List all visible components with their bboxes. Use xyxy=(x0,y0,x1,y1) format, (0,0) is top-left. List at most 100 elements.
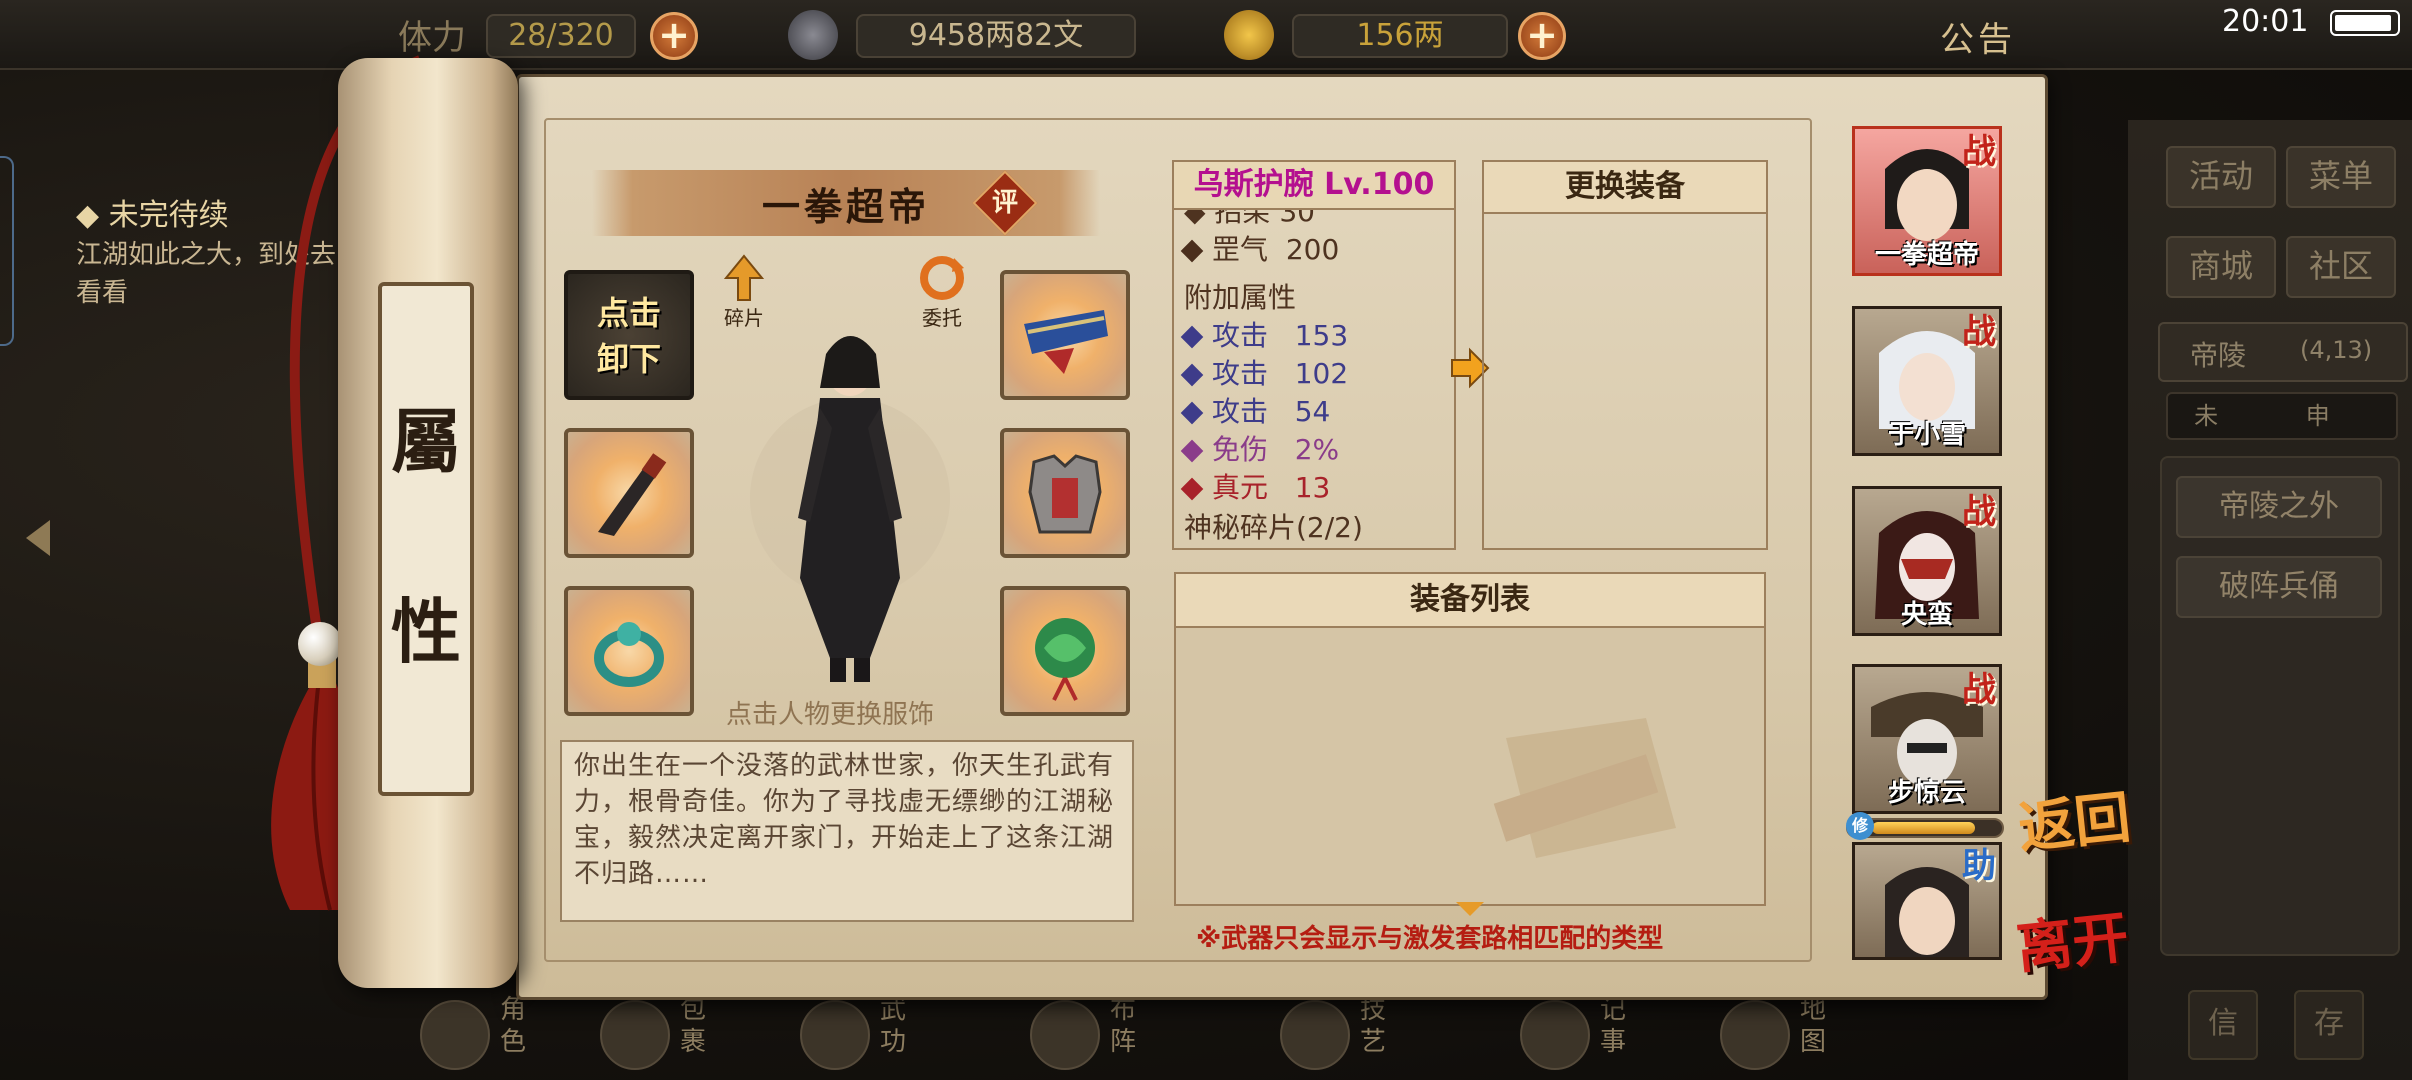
cycle-icon xyxy=(920,256,964,300)
blade-icon xyxy=(598,453,667,536)
tab-char-2: 性 xyxy=(391,590,461,673)
add-stamina-button[interactable]: + xyxy=(650,12,698,60)
diamond-icon xyxy=(1180,325,1204,349)
cultivation-fill xyxy=(1872,822,1975,834)
status-clock: 20:01 xyxy=(2222,4,2309,39)
attr-name: 攻击 xyxy=(1212,395,1269,428)
nav-formation[interactable]: 布阵 xyxy=(1030,994,1180,1074)
journal-icon xyxy=(1520,1000,1590,1070)
attr-value: 153 xyxy=(1294,319,1349,352)
battle-badge: 战 xyxy=(1962,492,1996,532)
attr-value: 102 xyxy=(1294,357,1349,390)
battle-badge: 战 xyxy=(1962,670,1996,710)
party-member-name: 一拳超帝 xyxy=(1874,240,1979,270)
nav-journal[interactable]: 记事 xyxy=(1520,994,1670,1074)
party-member-name: 步惊云 xyxy=(1887,778,1966,808)
back-button[interactable]: 返回 xyxy=(2014,772,2134,864)
menu-button[interactable]: 菜单 xyxy=(2286,146,2396,208)
nav-skills[interactable]: 技艺 xyxy=(1280,994,1430,1074)
nav-kungfu[interactable]: 武功 xyxy=(800,994,950,1074)
base-attr: 罡气 200 xyxy=(1180,228,1339,268)
battle-badge: 战 xyxy=(1962,312,1996,352)
community-button[interactable]: 社区 xyxy=(2286,236,2396,298)
map-name: 帝陵 xyxy=(2190,339,2247,372)
arrow-up-icon xyxy=(723,254,765,301)
weapon-slot[interactable] xyxy=(564,428,694,558)
attr-value: 13 xyxy=(1294,471,1331,504)
diamond-icon xyxy=(1180,477,1204,501)
diamond-icon xyxy=(1180,439,1204,463)
nav-label: 记事 xyxy=(1600,995,1627,1057)
extra-attr-3: 免伤 2% xyxy=(1180,428,1339,468)
jade-bead xyxy=(298,622,342,666)
extra-attr-header: 附加属性 xyxy=(1184,281,1297,314)
equipment-list[interactable] xyxy=(1174,628,1766,906)
nav-label: 技艺 xyxy=(1360,995,1387,1057)
bag-icon xyxy=(600,1000,670,1070)
unequip-slot[interactable]: 点击 卸下 xyxy=(564,270,694,400)
attr-value: 54 xyxy=(1294,395,1331,428)
attr-name: 真元 xyxy=(1212,471,1269,504)
change-equipment-title: 更换装备 xyxy=(1482,160,1768,214)
shop-button[interactable]: 商城 xyxy=(2166,236,2276,298)
armor-slot[interactable] xyxy=(1000,428,1130,558)
nav-label: 布阵 xyxy=(1110,995,1137,1057)
equipment-title: 乌斯护腕 Lv.100 xyxy=(1172,160,1456,210)
unequip-line-1: 点击 xyxy=(596,294,661,332)
bracer-slot[interactable] xyxy=(1000,270,1130,400)
map-coords: (4,13) xyxy=(2300,336,2373,364)
character-bio: 你出生在一个没落的武林世家，你天生孔武有力，根骨奇佳。你为了寻找虚无缥缈的江湖秘… xyxy=(560,740,1134,922)
nav-label: 角色 xyxy=(500,995,527,1057)
ring-slot[interactable] xyxy=(564,586,694,716)
extra-attr-2: 攻击 54 xyxy=(1180,390,1331,430)
gold-ingot-icon xyxy=(1224,10,1274,60)
jade-charm-icon xyxy=(1035,618,1095,701)
role-icon xyxy=(420,1000,490,1070)
mail-button[interactable]: 信 xyxy=(2188,990,2258,1060)
save-button[interactable]: 存 xyxy=(2294,990,2364,1060)
attr-name: 免伤 xyxy=(1212,433,1269,466)
nav-map[interactable]: 地图 xyxy=(1720,994,1870,1074)
silver-ingot-icon xyxy=(788,10,838,60)
map-time: 未 申 xyxy=(2166,392,2398,440)
bio-text: 你出生在一个没落的武林世家，你天生孔武有力，根骨奇佳。你为了寻找虚无缥缈的江湖秘… xyxy=(574,751,1115,889)
map-location[interactable]: 帝陵 (4,13) xyxy=(2158,322,2408,382)
empty-scroll-watermark-icon xyxy=(1493,718,1676,858)
character-figure[interactable] xyxy=(740,318,960,688)
collapse-left-arrow-icon[interactable] xyxy=(26,520,50,556)
partial-attr: ◆ 招架 30 xyxy=(1184,210,1315,228)
skill-icon xyxy=(1280,1000,1350,1070)
cultivation-label: 修 xyxy=(1846,812,1874,840)
battle-badge: 战 xyxy=(1962,132,1996,172)
unequip-line-2: 卸下 xyxy=(596,340,661,378)
nav-role[interactable]: 角色 xyxy=(420,994,570,1074)
extra-attr-0: 攻击 153 xyxy=(1180,314,1349,354)
extra-attr-4: 真元 13 xyxy=(1180,466,1331,506)
bracer-icon xyxy=(1024,310,1108,374)
add-gold-button[interactable]: + xyxy=(1518,12,1566,60)
assist-badge: 助 xyxy=(1962,846,1996,886)
armor-icon xyxy=(1028,454,1102,534)
base-attr-name: 罡气 xyxy=(1212,233,1269,266)
scroll-down-icon[interactable] xyxy=(1456,902,1484,916)
location-item-0[interactable]: 帝陵之外 xyxy=(2176,476,2382,538)
activity-button[interactable]: 活动 xyxy=(2166,146,2276,208)
tab-char-1: 屬 xyxy=(391,400,461,483)
left-panel-tab[interactable] xyxy=(0,156,14,346)
equipment-detail[interactable]: ◆ 招架 30 罡气 200 附加属性 攻击 153 攻击 102 攻击 54 … xyxy=(1172,210,1456,550)
bottom-nav: 角色 包裹 武功 布阵 技艺 记事 地图 xyxy=(420,990,2070,1080)
nav-bag[interactable]: 包裹 xyxy=(600,994,750,1074)
stamina-value: 28/320 xyxy=(486,14,636,58)
location-item-1[interactable]: 破阵兵俑 xyxy=(2176,556,2382,618)
bagua-icon xyxy=(1030,1000,1100,1070)
leave-button[interactable]: 离开 xyxy=(2012,892,2132,984)
cultivation-progress: 修 xyxy=(1846,812,2004,840)
party-member-name: 央蛮 xyxy=(1900,600,1953,630)
set-line: 神秘碎片(2/2) xyxy=(1184,511,1363,544)
nav-label: 包裹 xyxy=(680,995,707,1057)
accessory-slot[interactable] xyxy=(1000,586,1130,716)
notice-button[interactable]: 公告 xyxy=(1940,12,2016,61)
change-equipment-panel[interactable] xyxy=(1482,214,1768,550)
diamond-icon xyxy=(1180,401,1204,425)
jade-ring-icon xyxy=(594,622,664,687)
